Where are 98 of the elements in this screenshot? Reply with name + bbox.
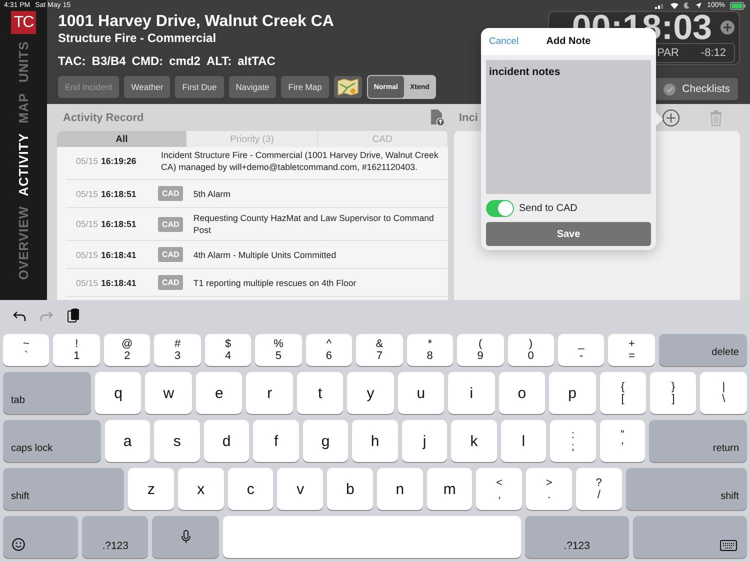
keyboard-key[interactable]: t (296, 372, 344, 414)
incident-address: 1001 Harvey Drive, Walnut Creek CA (58, 13, 335, 31)
source-badge: CAD (158, 186, 184, 201)
keyboard-key[interactable]: ^ 6 (306, 334, 352, 366)
keyboard-key[interactable]: g (302, 420, 348, 462)
keyboard-key[interactable]: b (327, 468, 373, 510)
keyboard-key[interactable]: f (253, 420, 299, 462)
keyboard-key[interactable]: & 7 (356, 334, 403, 366)
keyboard-key[interactable]: n (376, 468, 423, 510)
entry-text: Requesting County HazMat and Law Supervisor to Command Post (193, 212, 435, 236)
par-label: PAR (657, 47, 679, 59)
keyboard-key[interactable]: % 5 (255, 334, 302, 366)
entry-time: 16:18:41 (101, 250, 136, 260)
channel-label: TAC: (58, 54, 86, 68)
sidebar-tab[interactable]: ACTIVITY (16, 132, 31, 196)
entry-text: Incident Structure Fire - Commercial (1001 Harvey Drive, Walnut Creek CA) managed by will+demo@tabletcommand.com, #1621120403. (161, 149, 440, 173)
channel-value: altTAC (238, 54, 276, 68)
keyboard-key[interactable]: e (196, 372, 242, 414)
panel-title: Inci (459, 112, 478, 124)
keyboard-key[interactable]: k (451, 420, 497, 462)
keyboard-key[interactable]: { [ (600, 372, 646, 414)
keyboard-key[interactable]: delete (658, 334, 747, 366)
keyboard-key[interactable]: ~ ` (3, 334, 50, 366)
entry-date: 05/15 (76, 188, 98, 198)
app-logo: TC (11, 11, 36, 34)
channel-label: CMD: (132, 54, 164, 68)
incident-type: Structure Fire - Commercial (58, 31, 218, 45)
entry-time: 16:18:51 (101, 219, 136, 229)
action-button[interactable]: Fire Map (281, 76, 329, 98)
keyboard-key[interactable]: u (398, 372, 444, 414)
keyboard-key[interactable]: c (228, 468, 274, 510)
keyboard-key[interactable]: return (649, 420, 748, 462)
keyboard-key[interactable]: > . (526, 468, 572, 510)
keyboard-key[interactable]: ) 0 (508, 334, 554, 366)
entry-time: 16:18:51 (101, 188, 136, 198)
keyboard-key[interactable]: shift (626, 468, 747, 510)
keyboard-key[interactable]: w (145, 372, 192, 414)
channel-value: cmd2 (169, 54, 200, 68)
keyboard-key[interactable]: p (549, 372, 596, 414)
keyboard-key[interactable]: < , (476, 468, 522, 510)
cancel-link[interactable]: Cancel (489, 36, 519, 47)
keyboard-key[interactable]: ( 9 (457, 334, 504, 366)
keyboard-key[interactable]: i (448, 372, 495, 414)
keyboard-key[interactable]: h (352, 420, 398, 462)
keyboard-key[interactable]: shift (3, 468, 124, 510)
keyboard-key[interactable]: | \ (700, 372, 747, 414)
entry-text: 4th Alarm - Multiple Units Committed (193, 248, 336, 260)
source-badge: CAD (158, 216, 184, 232)
keyboard-key[interactable]: o (498, 372, 546, 414)
entry-text: T1 reporting multiple rescues on 4th Floor (193, 276, 356, 288)
save-button[interactable]: Save (486, 222, 651, 246)
keyboard-key[interactable]: caps lock (3, 420, 101, 462)
keyboard-key[interactable]: _ - (558, 334, 604, 366)
checklists-button[interactable]: Checklists (655, 78, 738, 100)
keyboard-key[interactable]: @ 2 (104, 334, 150, 366)
keyboard-key[interactable]: q (95, 372, 142, 414)
keyboard-key[interactable]: .?123 (524, 516, 629, 558)
keyboard-key[interactable]: v (277, 468, 324, 510)
keyboard-key[interactable]: .?123 (82, 516, 148, 558)
keyboard-key[interactable]: ! 1 (53, 334, 100, 366)
panel-title: Activity Record (63, 112, 144, 124)
keyboard-key[interactable]: m (426, 468, 472, 510)
keyboard-key[interactable]: ? / (576, 468, 622, 510)
keyboard-key[interactable]: + = (608, 334, 655, 366)
channel-value: B3/B4 (92, 54, 126, 68)
keyboard-key[interactable]: $ 4 (204, 334, 252, 366)
keyboard-key[interactable]: s (154, 420, 200, 462)
keyboard-key[interactable]: l (500, 420, 546, 462)
keyboard-key[interactable]: a (104, 420, 150, 462)
entry-date: 05/15 (76, 219, 98, 229)
entry-time: 16:18:41 (101, 278, 136, 288)
keyboard-key[interactable]: ” ’ (600, 420, 646, 462)
keyboard-key[interactable]: z (128, 468, 174, 510)
entry-time: 16:19:26 (101, 156, 136, 166)
source-badge: CAD (158, 247, 184, 262)
keyboard-key[interactable]: d (204, 420, 250, 462)
action-button[interactable]: Weather (124, 76, 170, 98)
keyboard-key[interactable]: } ] (650, 372, 696, 414)
switch-label: Send to CAD (519, 203, 578, 214)
par-time: -8:12 (700, 47, 726, 59)
keyboard-key[interactable]: # 3 (154, 334, 201, 366)
channel-label: ALT: (206, 54, 232, 68)
entry-date: 05/15 (76, 278, 98, 288)
action-button[interactable]: Navigate (228, 76, 276, 98)
keyboard-key[interactable]: j (402, 420, 448, 462)
keyboard-key[interactable]: r (246, 372, 293, 414)
note-text-field[interactable]: incident notes (486, 60, 651, 194)
keyboard-key[interactable]: tab (3, 372, 92, 414)
source-badge: CAD (158, 275, 184, 290)
entry-date: 05/15 (76, 156, 98, 166)
keyboard-key[interactable]: y (347, 372, 394, 414)
entry-date: 05/15 (76, 250, 98, 260)
filter-tab[interactable]: All (57, 131, 188, 147)
keyboard-key[interactable]: * 8 (406, 334, 454, 366)
entry-text: 5th Alarm (193, 188, 231, 200)
keyboard-key[interactable]: : ; (550, 420, 596, 462)
keyboard-key[interactable]: x (178, 468, 224, 510)
action-button[interactable]: First Due (175, 76, 224, 98)
